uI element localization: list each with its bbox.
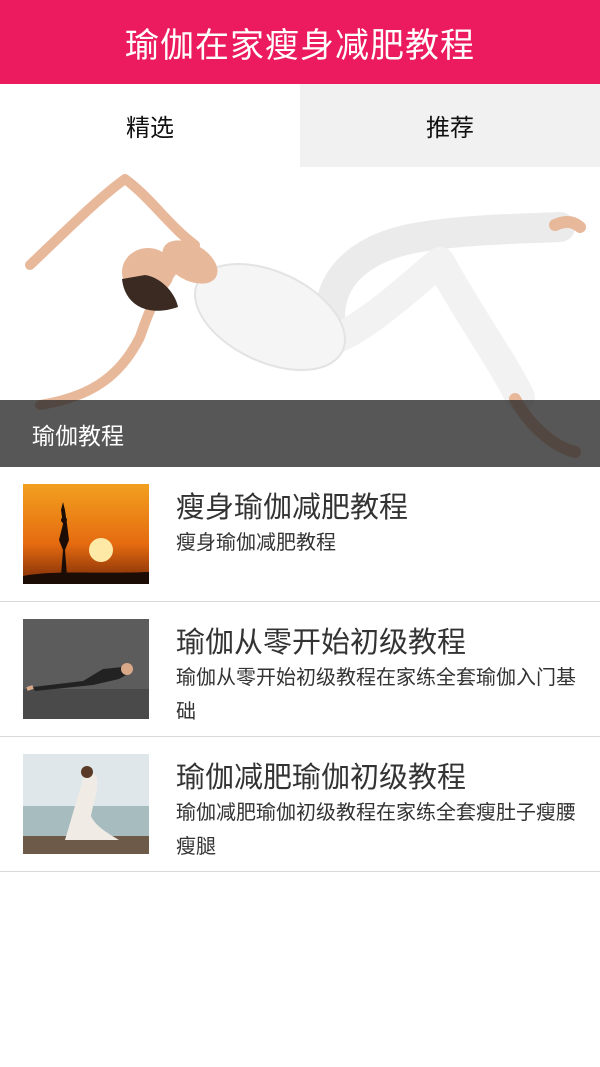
- tab-featured[interactable]: 精选: [0, 84, 300, 167]
- floor-pose-thumbnail: [23, 619, 149, 719]
- banner-caption: 瑜伽教程: [0, 400, 600, 467]
- tutorial-list: 瘦身瑜伽减肥教程 瘦身瑜伽减肥教程 瑜伽从零开始初级教程 瑜伽从零开始初级教程在…: [0, 467, 600, 872]
- tab-recommended[interactable]: 推荐: [300, 84, 600, 167]
- list-item[interactable]: 瑜伽从零开始初级教程 瑜伽从零开始初级教程在家练全套瑜伽入门基础: [0, 602, 600, 737]
- item-title: 瑜伽从零开始初级教程: [176, 625, 467, 659]
- item-description: 瑜伽减肥瑜伽初级教程在家练全套瘦肚子瘦腰瘦腿: [176, 800, 576, 858]
- list-item[interactable]: 瘦身瑜伽减肥教程 瘦身瑜伽减肥教程: [0, 467, 600, 602]
- item-description: 瘦身瑜伽减肥教程: [176, 530, 336, 554]
- app-bar: 瑜伽在家瘦身减肥教程: [0, 0, 600, 84]
- banner-carousel[interactable]: 瑜伽教程: [0, 167, 600, 467]
- item-title: 瘦身瑜伽减肥教程: [176, 490, 409, 524]
- item-title: 瑜伽减肥瑜伽初级教程: [176, 760, 467, 794]
- list-item[interactable]: 瑜伽减肥瑜伽初级教程 瑜伽减肥瑜伽初级教程在家练全套瘦肚子瘦腰瘦腿: [0, 737, 600, 872]
- tab-bar: 精选 推荐: [0, 84, 600, 167]
- item-description: 瑜伽从零开始初级教程在家练全套瑜伽入门基础: [176, 665, 576, 723]
- beach-pose-thumbnail: [23, 754, 149, 854]
- app-title: 瑜伽在家瘦身减肥教程: [125, 25, 475, 66]
- sunset-yoga-thumbnail: [23, 484, 149, 584]
